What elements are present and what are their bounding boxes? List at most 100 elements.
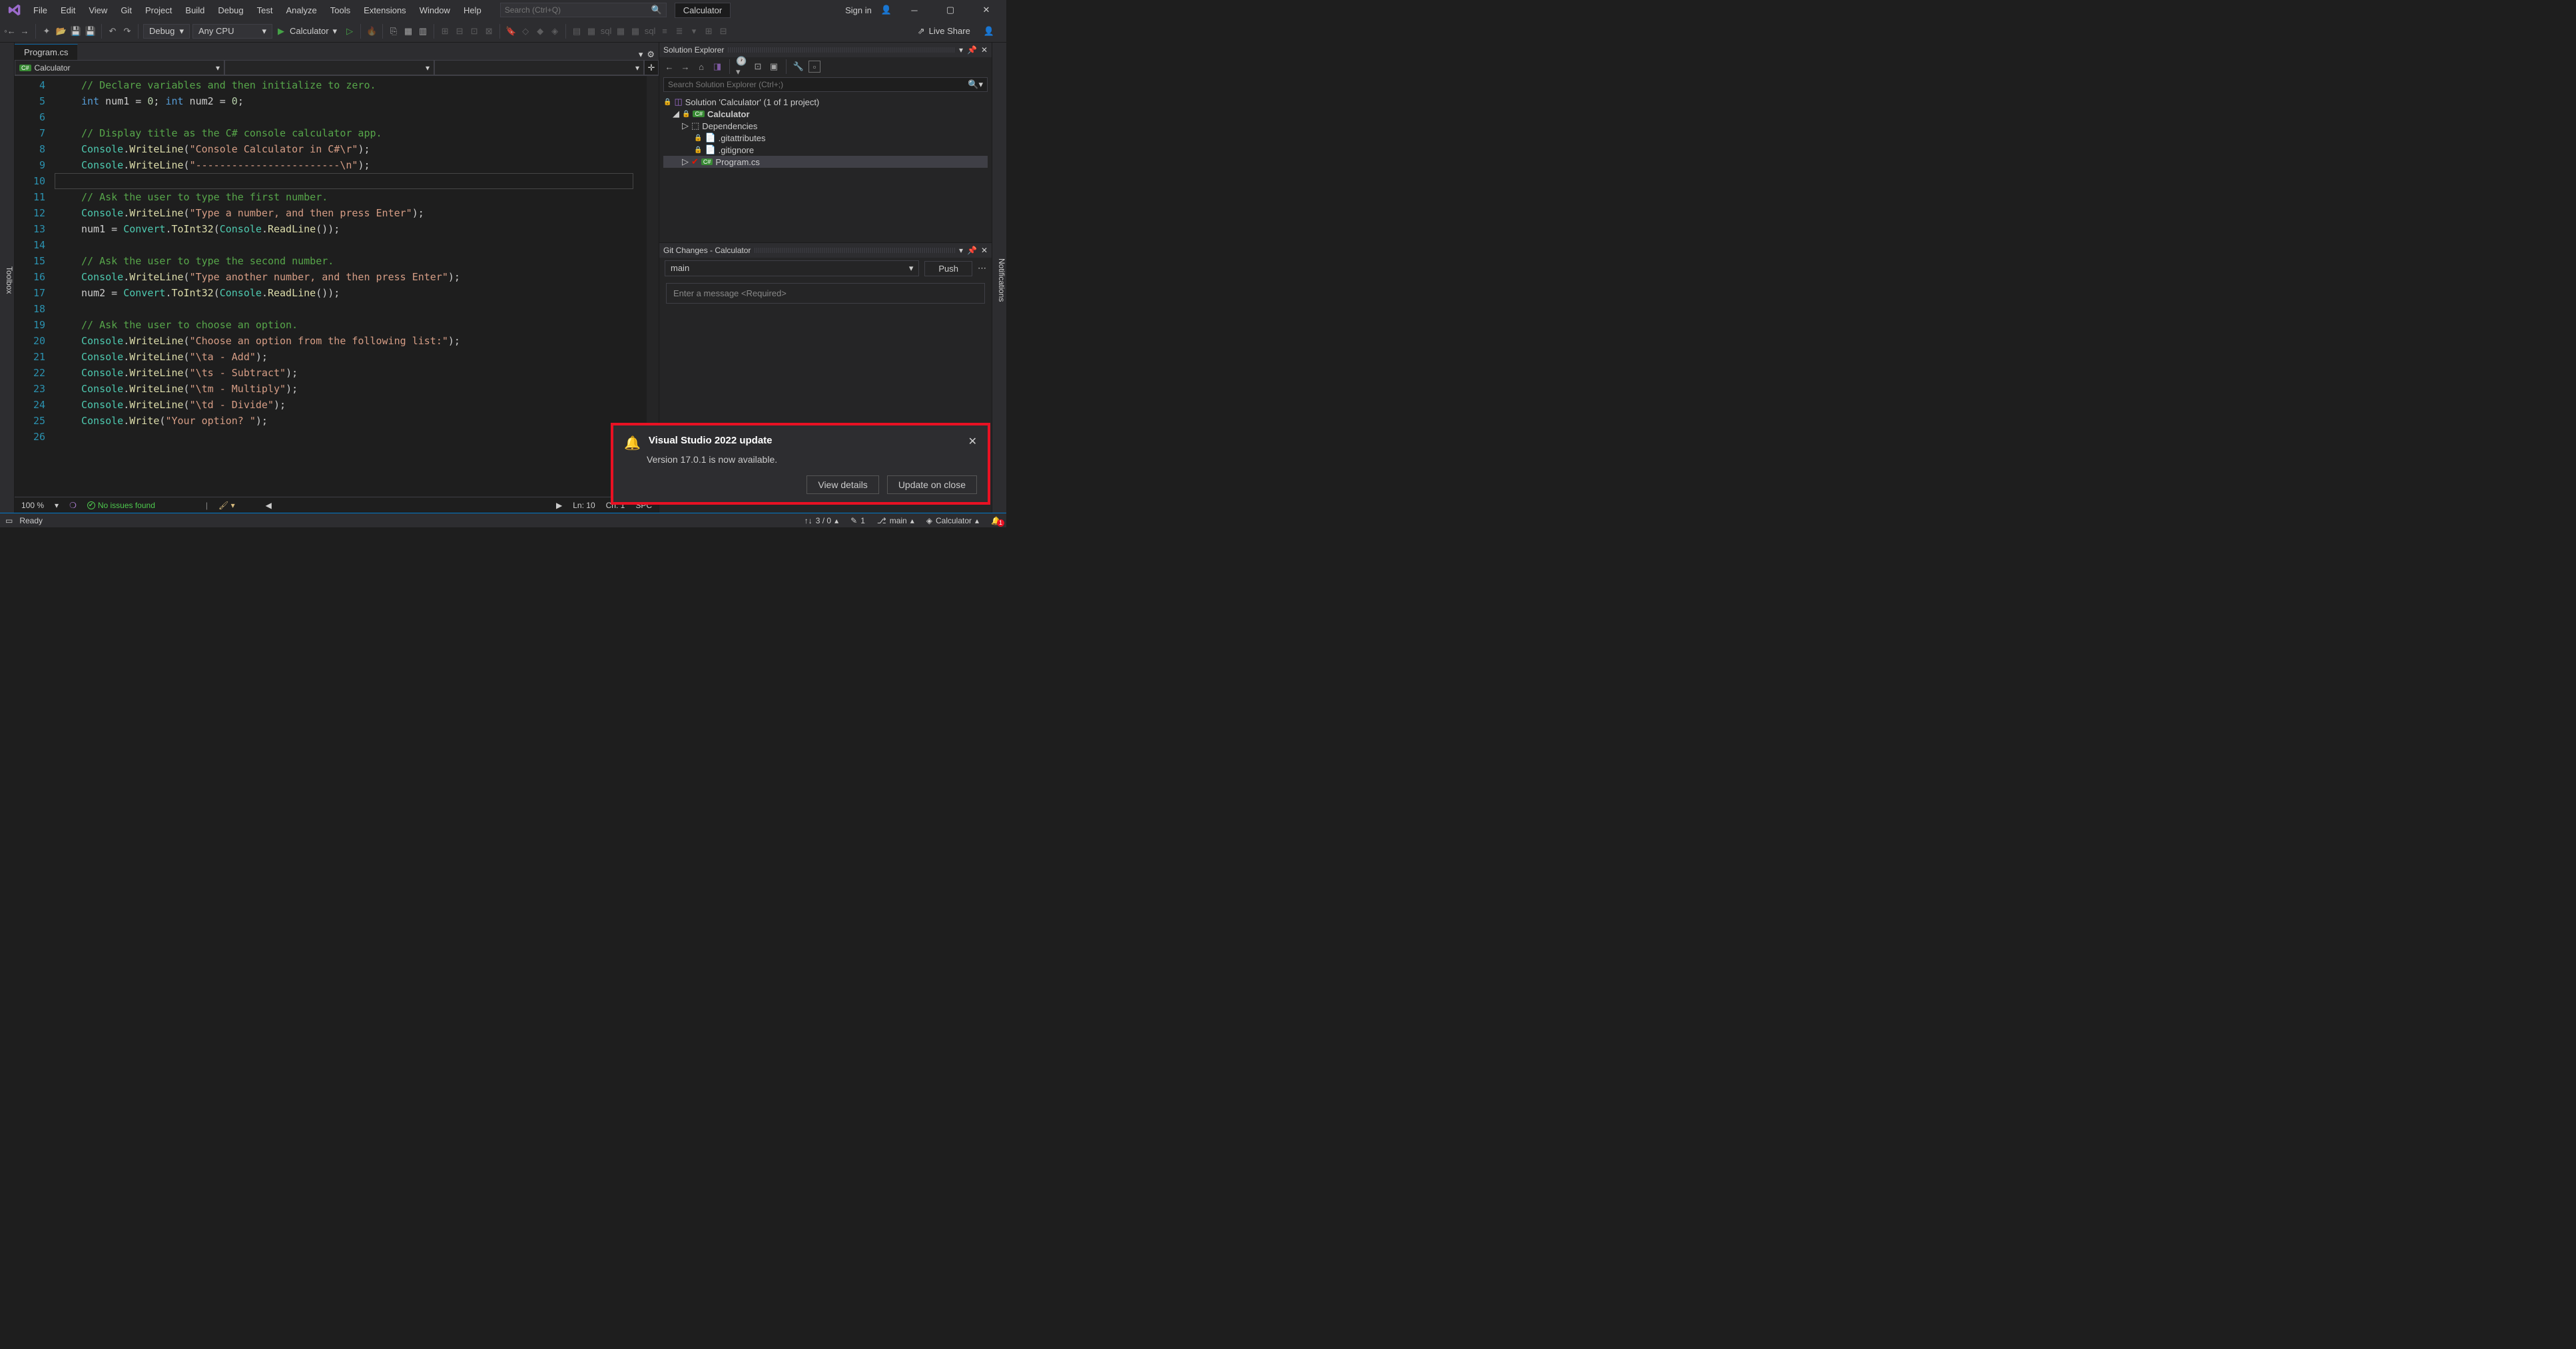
solution-explorer-header[interactable]: Solution Explorer ▾ 📌 ✕ — [659, 43, 992, 57]
global-search[interactable]: 🔍 — [500, 3, 667, 17]
menu-git[interactable]: Git — [114, 3, 139, 18]
menu-tools[interactable]: Tools — [324, 3, 357, 18]
toolbox-rail[interactable]: Toolbox — [0, 43, 15, 513]
menu-window[interactable]: Window — [413, 3, 457, 18]
code-content[interactable]: // Declare variables and then initialize… — [55, 76, 647, 497]
menu-analyze[interactable]: Analyze — [279, 3, 323, 18]
file-program-cs[interactable]: ▷✔C#Program.cs — [663, 156, 988, 168]
undo-icon[interactable]: ↶ — [107, 25, 119, 37]
pending-icon[interactable]: 🕐▾ — [736, 61, 748, 73]
showall-icon[interactable]: ▣ — [768, 61, 780, 73]
solution-explorer-panel: Solution Explorer ▾ 📌 ✕ ← → ⌂ ◨ 🕐▾ ⊡ ▣ 🔧… — [659, 43, 992, 242]
hot-reload-icon[interactable]: 🔥 — [366, 25, 378, 37]
menu-debug[interactable]: Debug — [211, 3, 250, 18]
search-icon: 🔍▾ — [968, 79, 983, 90]
pin-icon[interactable]: 📌 — [967, 246, 977, 255]
no-issues-indicator[interactable]: ✔No issues found — [87, 501, 155, 510]
menu-project[interactable]: Project — [139, 3, 178, 18]
solution-tree[interactable]: 🔒◫Solution 'Calculator' (1 of 1 project)… — [659, 93, 992, 170]
editor-statusbar: 100 %▾ ❍ ✔No issues found | 🖌 ▾ ◀ ▶ Ln: … — [15, 497, 659, 513]
commit-message-input[interactable]: Enter a message <Required> — [666, 283, 985, 304]
menu-edit[interactable]: Edit — [54, 3, 82, 18]
menu-file[interactable]: File — [27, 3, 54, 18]
panel-close-icon[interactable]: ✕ — [981, 246, 988, 255]
dependencies-node[interactable]: ▷⬚Dependencies — [663, 120, 988, 132]
zoom-level[interactable]: 100 % — [21, 501, 44, 510]
hscroll-left[interactable]: ◀ — [266, 501, 272, 510]
step-icon[interactable]: ⎘ — [388, 25, 400, 37]
maximize-button[interactable]: ▢ — [937, 2, 964, 18]
notifications-rail[interactable]: Notifications — [992, 43, 1006, 513]
member-combo[interactable]: ▾ — [434, 60, 644, 75]
config-dropdown[interactable]: Debug▾ — [143, 24, 190, 39]
menu-build[interactable]: Build — [178, 3, 211, 18]
panel-close-icon[interactable]: ✕ — [981, 45, 988, 55]
brush-icon[interactable]: 🖌 ▾ — [218, 501, 235, 510]
new-project-icon[interactable]: ✦ — [41, 25, 53, 37]
notification-bell-icon[interactable]: 🔔 — [991, 516, 1001, 525]
line-indicator[interactable]: Ln: 10 — [573, 501, 595, 510]
fwd-nav-icon[interactable]: → — [679, 61, 691, 73]
platform-dropdown[interactable]: Any CPU▾ — [192, 24, 272, 39]
intellicode-icon[interactable]: ❍ — [69, 501, 77, 510]
panel-dropdown-icon[interactable]: ▾ — [959, 45, 963, 55]
close-button[interactable]: ✕ — [973, 2, 1000, 18]
type-combo[interactable]: ▾ — [224, 60, 434, 75]
notification-close-button[interactable]: ✕ — [968, 435, 977, 451]
git-branch-status[interactable]: ⎇ main ▴ — [877, 516, 914, 525]
code-editor[interactable]: 4567891011121314151617181920212223242526… — [15, 76, 659, 497]
view-details-button[interactable]: View details — [806, 475, 878, 494]
file-gitignore[interactable]: 🔒📄.gitignore — [663, 144, 988, 156]
menu-extensions[interactable]: Extensions — [357, 3, 413, 18]
tab-settings-icon[interactable]: ⚙ — [647, 49, 655, 60]
search-input[interactable] — [505, 5, 651, 15]
start-debug-button[interactable]: ▶ — [275, 25, 287, 37]
start-target-label[interactable]: Calculator — [290, 26, 329, 36]
tab-dropdown-icon[interactable]: ▾ — [639, 49, 643, 60]
break-icon[interactable]: ▦ — [402, 25, 414, 37]
live-share-button[interactable]: ⇗ Live Share 👤 — [918, 26, 1002, 37]
forward-icon[interactable]: → — [19, 25, 31, 37]
save-all-icon[interactable]: 💾 — [85, 25, 97, 37]
save-icon[interactable]: 💾 — [70, 25, 82, 37]
project-node[interactable]: ◢🔒C#Calculator — [663, 108, 988, 120]
minimize-button[interactable]: ─ — [901, 3, 928, 18]
back-icon[interactable]: ◦← — [4, 25, 16, 37]
file-gitattributes[interactable]: 🔒📄.gitattributes — [663, 132, 988, 144]
git-repo-status[interactable]: ◈ Calculator ▴ — [926, 516, 979, 525]
back-nav-icon[interactable]: ← — [663, 61, 675, 73]
solution-node[interactable]: 🔒◫Solution 'Calculator' (1 of 1 project) — [663, 96, 988, 108]
sign-in-link[interactable]: Sign in — [845, 5, 872, 15]
menu-help[interactable]: Help — [457, 3, 488, 18]
bell-icon: 🔔 — [624, 435, 641, 451]
git-sync-status[interactable]: ↑↓ 3 / 0 ▴ — [805, 516, 838, 525]
project-combo[interactable]: C#Calculator▾ — [15, 60, 224, 75]
more-icon[interactable]: ⋯ — [978, 263, 986, 274]
switch-view-icon[interactable]: ◨ — [711, 61, 723, 73]
git-pending-changes[interactable]: ✎ 1 — [850, 516, 865, 525]
redo-icon[interactable]: ↷ — [121, 25, 133, 37]
branch-dropdown[interactable]: main▾ — [665, 260, 919, 276]
pin-icon[interactable]: 📌 — [967, 45, 977, 55]
start-nodebug-button[interactable]: ▷ — [344, 25, 356, 37]
account-icon[interactable]: 👤 — [984, 26, 994, 37]
split-icon[interactable]: ✛ — [644, 60, 659, 75]
menu-test[interactable]: Test — [250, 3, 280, 18]
home-icon[interactable]: ⌂ — [695, 61, 707, 73]
layout-icon[interactable]: ▥ — [417, 25, 429, 37]
menu-view[interactable]: View — [82, 3, 114, 18]
sync-icon[interactable]: ⊡ — [752, 61, 764, 73]
tab-program-cs[interactable]: Program.cs — [15, 44, 78, 60]
open-icon[interactable]: 📂 — [55, 25, 67, 37]
panel-dropdown-icon[interactable]: ▾ — [959, 246, 963, 255]
output-icon[interactable]: ▭ — [5, 516, 13, 525]
push-button[interactable]: Push — [924, 261, 972, 276]
solution-search[interactable]: 🔍▾ — [663, 77, 988, 92]
update-on-close-button[interactable]: Update on close — [887, 475, 977, 494]
git-changes-header[interactable]: Git Changes - Calculator ▾ 📌 ✕ — [659, 243, 992, 258]
person-icon[interactable]: 👤 — [881, 5, 892, 15]
preview-icon[interactable]: ▫ — [808, 61, 820, 73]
hscroll-right[interactable]: ▶ — [556, 501, 562, 510]
properties-icon[interactable]: 🔧 — [793, 61, 805, 73]
bookmark-icon[interactable]: 🔖 — [505, 25, 517, 37]
